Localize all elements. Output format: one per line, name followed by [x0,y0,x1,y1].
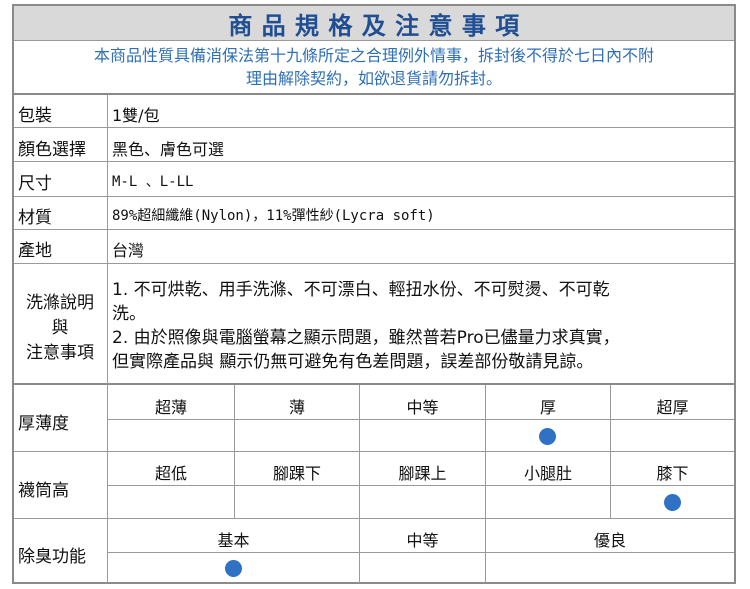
title-bar: 商 品 規 格 及 注 意 事 項 [14,6,734,41]
spec-label-color: 顏色選擇 [18,140,86,160]
label-column-divider [107,95,108,384]
rating-row-divider [14,451,734,452]
care-label-line-3: 注意事項 [26,343,94,363]
spec-label-material: 材質 [18,208,52,228]
rating-row-divider [14,518,734,519]
thickness-option-2: 薄 [288,398,305,417]
sock-height-option-5: 膝下 [656,464,689,483]
spec-label-origin: 產地 [18,241,52,261]
rating-header-divider [108,552,734,553]
thickness-option-1: 超薄 [154,398,187,417]
thickness-option-3: 中等 [406,398,439,417]
sock-height-option-2: 腳踝下 [272,464,321,483]
rating-header-divider [108,485,734,486]
rating-label-thickness: 厚薄度 [18,414,69,434]
notice-line-2: 理由解除契約，如欲退貨請勿拆封。 [245,69,502,88]
care-line-4: 但實際產品與 顯示仍無可避免有色差問題，誤差部份敬請見諒。 [112,352,594,372]
spec-label-package: 包裝 [18,106,52,126]
thickness-option-5: 超厚 [656,398,689,417]
sock-height-option-1: 超低 [154,464,187,483]
sock-height-selected-dot [664,494,681,511]
notice-line-1: 本商品性質具備消保法第十九條所定之合理例外情事，拆封後不得於七日內不附 [93,46,654,65]
spec-value-color: 黑色、膚色可選 [112,140,225,159]
deodorant-selected-dot [225,560,242,577]
section-divider [14,383,734,385]
row-divider [14,196,734,197]
care-label-line-1: 洗滌說明 [26,293,94,313]
care-text: 1. 不可烘乾、用手洗滌、不可漂白、輕扭水份、不可熨燙、不可乾 洗。 2. 由於… [112,278,722,374]
thickness-selected-dot [539,428,556,445]
spec-label-size: 尺寸 [18,174,52,194]
sock-height-option-3: 腳踝上 [398,464,447,483]
row-divider [14,127,734,128]
care-line-1: 1. 不可烘乾、用手洗滌、不可漂白、輕扭水份、不可熨燙、不可乾 [112,280,610,300]
page-title: 商 品 規 格 及 注 意 事 項 [228,11,520,40]
care-label: 洗滌說明 與 注意事項 [18,291,102,366]
deodorant-option-2: 中等 [406,531,439,550]
spec-value-size: M-L 、L-LL [112,174,194,190]
deodorant-option-3: 優良 [593,531,626,550]
spec-value-material: 89%超細纖維(Nylon)，11%彈性紗(Lycra soft) [112,208,435,224]
spec-value-package: 1雙/包 [112,106,160,125]
row-divider [14,263,734,264]
care-label-line-2: 與 [51,318,69,338]
care-line-3: 2. 由於照像與電腦螢幕之顯示問題，雖然普若Pro已儘量力求真實， [112,328,620,348]
spec-value-origin: 台灣 [112,241,145,260]
sock-height-option-4: 小腿肚 [523,464,572,483]
row-divider [14,229,734,230]
rating-header-divider [108,419,734,420]
rating-label-deodorant: 除臭功能 [18,547,86,567]
rating-label-sock-height: 襪筒高 [18,481,69,501]
care-line-2: 洗。 [112,304,146,324]
deodorant-option-1: 基本 [217,531,250,550]
return-notice: 本商品性質具備消保法第十九條所定之合理例外情事，拆封後不得於七日內不附 理由解除… [14,41,734,95]
thickness-option-4: 厚 [539,398,556,417]
row-divider [14,161,734,162]
